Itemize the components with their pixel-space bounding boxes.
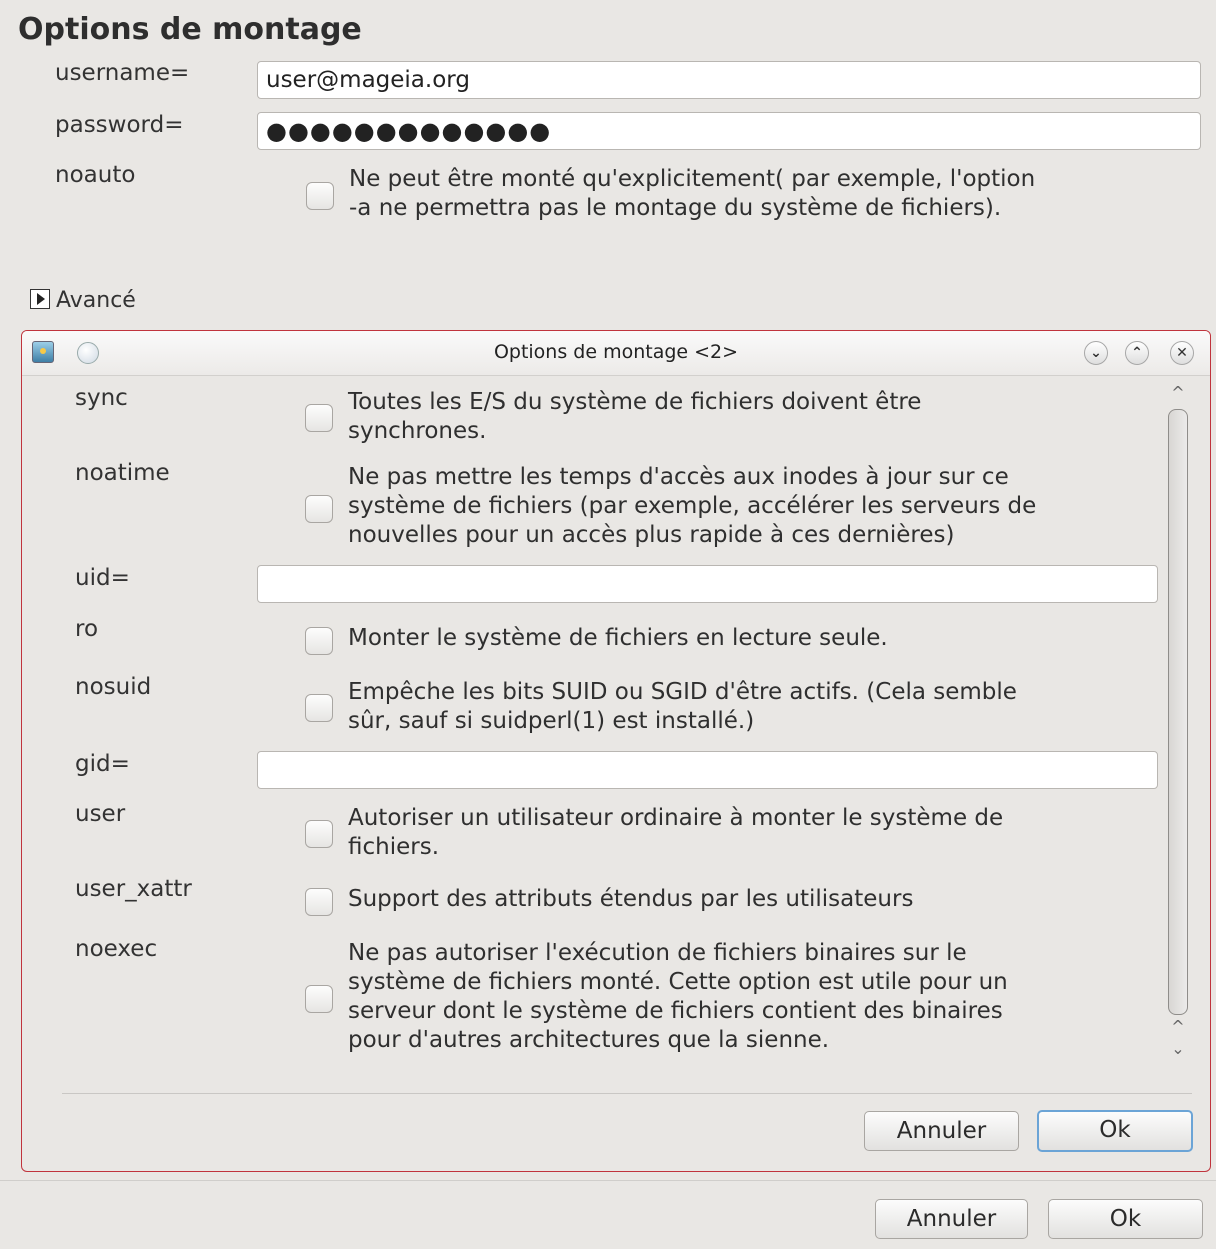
dialog-ok-button[interactable]: Ok <box>1037 1110 1193 1152</box>
cancel-button[interactable]: Annuler <box>875 1199 1028 1239</box>
scroll-down-icon[interactable]: ⌄ <box>1168 1039 1188 1058</box>
noexec-label: noexec <box>75 936 158 962</box>
sync-checkbox[interactable] <box>305 404 333 432</box>
dialog-cancel-button[interactable]: Annuler <box>864 1111 1019 1151</box>
minimize-icon[interactable]: ⌄ <box>1084 341 1108 365</box>
ro-label: ro <box>75 616 99 642</box>
dialog-titlebar[interactable]: Options de montage <2> ⌄ ⌃ ✕ <box>22 331 1210 376</box>
dialog-title: Options de montage <2> <box>493 341 739 363</box>
noexec-checkbox[interactable] <box>305 985 333 1013</box>
sync-label: sync <box>75 385 128 411</box>
user-label: user <box>75 801 126 827</box>
footer-separator <box>0 1180 1216 1181</box>
gid-field[interactable] <box>257 751 1158 789</box>
uid-label: uid= <box>75 565 130 591</box>
nosuid-checkbox[interactable] <box>305 694 333 722</box>
nosuid-label: nosuid <box>75 674 152 700</box>
user-xattr-label: user_xattr <box>75 876 192 902</box>
noauto-description: Ne peut être monté qu'explicitement( par… <box>349 166 1036 221</box>
expand-arrow-icon <box>30 289 50 309</box>
user-xattr-description: Support des attributs étendus par les ut… <box>348 886 914 912</box>
scroll-down-up-icon[interactable]: ^ <box>1168 1017 1188 1036</box>
user-checkbox[interactable] <box>305 820 333 848</box>
page-title: Options de montage <box>18 12 362 47</box>
close-icon[interactable]: ✕ <box>1170 341 1194 365</box>
advanced-expander[interactable]: Avancé <box>30 288 136 313</box>
password-label: password= <box>55 112 184 138</box>
dialog-separator <box>62 1093 1192 1094</box>
maximize-icon[interactable]: ⌃ <box>1125 341 1149 365</box>
user-xattr-checkbox[interactable] <box>305 888 333 916</box>
uid-field[interactable] <box>257 565 1158 603</box>
ro-description: Monter le système de fichiers en lecture… <box>348 625 888 651</box>
noexec-description: Ne pas autoriser l'exécution de fichiers… <box>348 940 1008 1053</box>
gid-label: gid= <box>75 751 130 777</box>
noauto-checkbox[interactable] <box>306 182 334 210</box>
noauto-label: noauto <box>55 162 136 188</box>
ok-button[interactable]: Ok <box>1048 1199 1203 1239</box>
username-field[interactable] <box>257 61 1201 99</box>
noatime-label: noatime <box>75 460 170 486</box>
nosuid-description: Empêche les bits SUID ou SGID d'être act… <box>348 679 1017 734</box>
noatime-checkbox[interactable] <box>305 495 333 523</box>
scroll-up-icon[interactable]: ^ <box>1168 383 1188 402</box>
mount-options-dialog: Options de montage <2> ⌄ ⌃ ✕ sync Toutes… <box>21 330 1211 1172</box>
scrollbar[interactable] <box>1168 409 1188 1015</box>
ro-checkbox[interactable] <box>305 627 333 655</box>
noatime-description: Ne pas mettre les temps d'accès aux inod… <box>348 464 1037 548</box>
advanced-label: Avancé <box>56 288 136 313</box>
user-description: Autoriser un utilisateur ordinaire à mon… <box>348 805 1004 860</box>
password-field[interactable] <box>257 112 1201 150</box>
sync-description: Toutes les E/S du système de fichiers do… <box>348 389 922 444</box>
username-label: username= <box>55 60 190 86</box>
